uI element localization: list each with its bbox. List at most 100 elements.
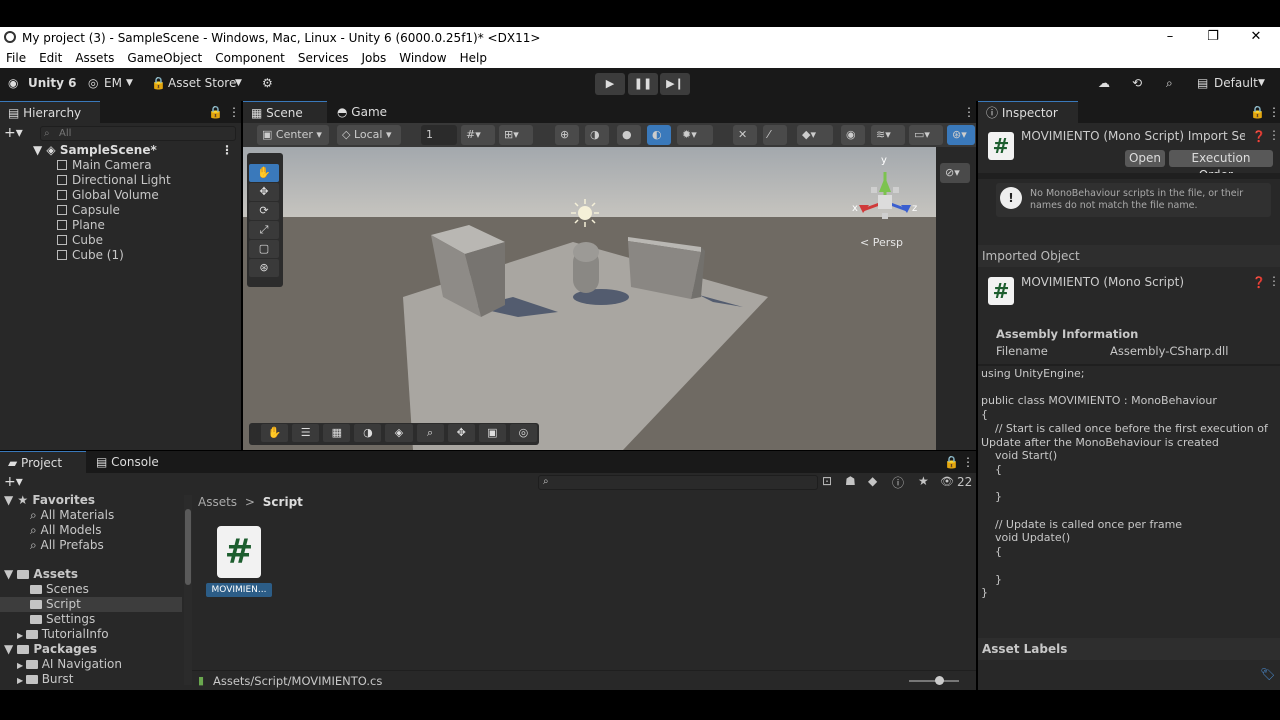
more-options-icon[interactable]: ⋮ [1268,274,1280,288]
hand-tool-icon[interactable]: ✋ [249,164,279,182]
favorite-all-materials[interactable]: ⌕ All Materials [30,508,114,523]
pause-button[interactable]: ❚❚ [628,73,658,95]
cloud-icon[interactable]: ☁ [1098,76,1110,90]
menu-assets[interactable]: Assets [75,51,114,65]
rotate-tool-icon[interactable]: ⟳ [249,202,279,220]
pivot-center-dropdown[interactable]: ▣ Center ▾ [257,125,329,145]
render-mode-icon[interactable]: ◐ [647,125,671,145]
tab-inspector[interactable]: ⓘ Inspector [978,101,1078,123]
search-icon[interactable]: ⌕ [1166,76,1173,91]
assets-section[interactable]: ▼ Assets [4,567,78,582]
sliders-icon[interactable]: ☰ [292,424,320,442]
grid-snap-icon[interactable]: #▾ [461,125,495,145]
step-button[interactable]: ▶❙ [660,73,690,95]
packages-section[interactable]: ▼ Packages [4,642,97,657]
icon-size-slider-thumb[interactable] [935,676,944,685]
shaded-wireframe-icon[interactable]: ◑ [585,125,609,145]
navigation-icon[interactable]: ◎ [509,424,537,442]
menu-help[interactable]: Help [460,51,487,65]
more-options-icon[interactable]: ⋮ [221,143,233,158]
project-search-input[interactable]: ⌕ [538,475,818,490]
search-by-label-icon[interactable]: ☗ [845,474,856,488]
folder-scenes[interactable]: Scenes [30,582,89,597]
more-options-icon[interactable]: ⋮ [1260,101,1280,123]
menu-services[interactable]: Services [298,51,349,65]
play-button[interactable]: ▶ [595,73,625,95]
help-icon[interactable]: ❓ [1252,276,1266,289]
account-icon[interactable]: ◎ [88,76,98,90]
move-overlay-icon[interactable]: ✥ [447,424,475,442]
audio-toggle-icon[interactable]: ◆▾ [797,125,833,145]
grid-icon[interactable]: ▦ [323,424,351,442]
increment-snap-icon[interactable]: ⊞▾ [499,125,533,145]
tab-console[interactable]: ▤ Console [88,451,168,473]
label-tag-icon[interactable]: 🏷 [1260,667,1275,681]
close-button[interactable]: ✕ [1236,27,1276,48]
restore-button[interactable]: ❐ [1193,27,1233,48]
rotate-icon[interactable]: ◑ [354,424,382,442]
layers-overlay-icon[interactable]: ◈ [385,424,413,442]
scale-tool-icon[interactable]: ⤢ [249,221,279,239]
cloud-settings-icon[interactable]: ⚙ [262,76,273,90]
lighting-effects-icon[interactable]: ✹▾ [677,125,713,145]
breadcrumb-assets[interactable]: Assets [198,495,237,509]
transform-tool-icon[interactable]: ⊛ [249,259,279,277]
move-tool-icon[interactable]: ✥ [249,183,279,201]
tab-hierarchy[interactable]: ▤ Hierarchy [0,101,100,123]
hierarchy-search-input[interactable]: ⌕ All [40,126,236,141]
folder-script[interactable]: Script [30,597,81,612]
zoom-icon[interactable]: ⌕ [416,424,444,442]
menu-component[interactable]: Component [215,51,285,65]
layers-icon[interactable]: ≋▾ [871,125,905,145]
hand-overlay-icon[interactable]: ✋ [261,424,289,442]
asset-labels-header[interactable]: Asset Labels [978,638,1280,660]
camera-settings-icon[interactable]: ▭▾ [909,125,943,145]
tree-scrollbar-thumb[interactable] [185,509,191,585]
minimize-button[interactable]: – [1150,27,1190,48]
open-button[interactable]: Open [1125,150,1165,167]
gizmos-icon[interactable]: ⊛▾ [947,125,975,145]
tree-scrollbar[interactable] [184,495,192,685]
hierarchy-item-main-camera[interactable]: Main Camera [57,158,152,173]
grid-size-input[interactable]: 1 [421,125,457,145]
favorite-star-icon[interactable]: ★ [918,474,929,488]
lighting-toggle-icon[interactable]: ⁄ [763,125,787,145]
csharp-file-icon[interactable]: # [217,526,261,578]
draw-mode-globe-icon[interactable]: ⊕ [555,125,579,145]
folder-settings[interactable]: Settings [30,612,95,627]
package-burst[interactable]: ▶ Burst [17,672,73,687]
shaded-icon[interactable]: ● [617,125,641,145]
space-local-dropdown[interactable]: ◇ Local ▾ [337,125,401,145]
file-name-label[interactable]: MOVIMIEN... [206,583,272,597]
toggle-2d-icon[interactable]: ✕ [733,125,757,145]
account-dropdown[interactable]: EM [104,76,122,90]
execution-order-button[interactable]: Execution Order... [1169,150,1273,182]
favorites-section[interactable]: ▼ ★ Favorites [4,493,95,508]
hierarchy-item-cube[interactable]: Cube [57,233,103,248]
help-icon[interactable]: ❓ [1252,130,1266,143]
perspective-label[interactable]: < Persp [860,236,903,249]
hierarchy-item-plane[interactable]: Plane [57,218,105,233]
search-by-type-icon[interactable]: ⊡ [822,474,832,488]
menu-file[interactable]: File [6,51,26,65]
folder-tutorialinfo[interactable]: ▶ TutorialInfo [17,627,109,642]
menu-jobs[interactable]: Jobs [362,51,387,65]
hidden-packages-icon[interactable]: 👁 [940,475,954,488]
camera-icon[interactable]: ▣ [478,424,506,442]
icon-size-slider[interactable] [909,676,959,685]
more-options-icon[interactable]: ⋮ [954,451,982,473]
scene-viewport[interactable]: y x z < Persp ✋ ✥ ⟳ ⤢ ▢ ⊛ ✋ ☰ ▦ ◑ ◈ ⌕ ✥ … [243,147,936,450]
hierarchy-item-cube-1[interactable]: Cube (1) [57,248,124,263]
breadcrumb-script[interactable]: Script [263,495,303,509]
tag-icon[interactable]: ◆ [868,474,877,488]
menu-gameobject[interactable]: GameObject [127,51,202,65]
add-button[interactable]: +▾ [4,125,23,141]
hierarchy-item-directional-light[interactable]: Directional Light [57,173,171,188]
scene-root[interactable]: ▼ ◈ SampleScene* ⋮ [33,143,233,158]
create-button[interactable]: +▾ [4,474,23,490]
tab-game[interactable]: ◓ Game [329,101,409,123]
rect-tool-icon[interactable]: ▢ [249,240,279,258]
info-filter-icon[interactable]: ⓘ [892,474,904,491]
package-ai-navigation[interactable]: ▶ AI Navigation [17,657,122,672]
visibility-eye-icon[interactable]: ◉ [841,125,865,145]
